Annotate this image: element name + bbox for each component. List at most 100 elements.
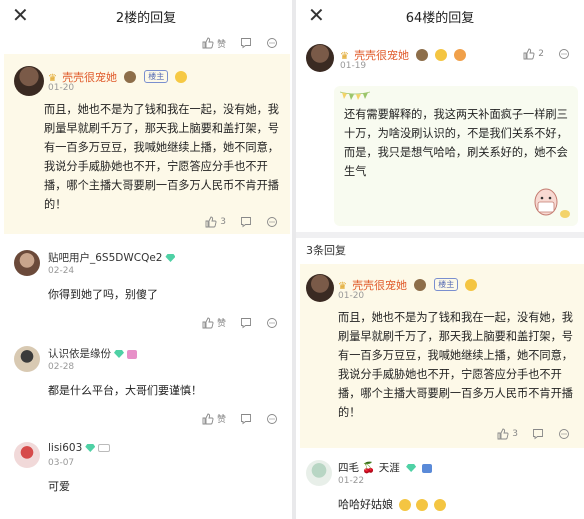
- emoji-icon: [416, 48, 429, 61]
- reply-text: 可爱: [48, 480, 70, 493]
- emoji-icon: [433, 499, 446, 511]
- like-label: 赞: [216, 319, 226, 329]
- main-post: ♛ 壳壳很宠她 01-19 2 还有需要解释的，我这两天补面疯子一样刷三十万，为…: [296, 34, 584, 230]
- emoji-icon: [454, 48, 467, 61]
- avatar[interactable]: [14, 346, 40, 372]
- post-date: 01-20: [48, 83, 75, 93]
- avatar[interactable]: [306, 44, 334, 72]
- username[interactable]: 四毛: [338, 462, 359, 474]
- reply-username-row: lisi603: [48, 442, 111, 454]
- reply-count: 3条回复: [306, 244, 346, 257]
- reply-action-bar: 赞: [0, 412, 292, 425]
- more-button[interactable]: [266, 37, 278, 49]
- like-count: 3: [512, 429, 518, 439]
- action-bar: 赞: [0, 32, 292, 54]
- diamond-icon: [165, 254, 176, 262]
- post-date: 01-19: [340, 61, 367, 71]
- like-button[interactable]: 3: [497, 428, 518, 440]
- like-button[interactable]: 赞: [202, 316, 226, 329]
- avatar[interactable]: [14, 442, 40, 468]
- like-button[interactable]: 赞: [202, 412, 226, 425]
- emoji-icon: [124, 70, 137, 83]
- emoji-icon: [414, 278, 427, 291]
- left-panel: ✕ 2楼的回复 赞 ♛ 壳壳很宠她 楼主 01-20 而且，她也不是为了钱和我在…: [0, 0, 292, 519]
- reply-text: 你得到她了吗，别傻了: [48, 288, 158, 301]
- post-text: 还有需要解释的，我这两天补面疯子一样刷三十万，为啥没刷认识的，不是我们关系不好，…: [344, 108, 568, 178]
- diamond-icon: [406, 464, 417, 472]
- page-title: 64楼的回复: [405, 11, 475, 26]
- decorated-bubble: 还有需要解释的，我这两天补面疯子一样刷三十万，为啥没刷认识的，不是我们关系不好，…: [334, 86, 578, 226]
- diamond-icon: [114, 350, 124, 358]
- avatar[interactable]: [306, 460, 332, 486]
- badge-icon: [422, 463, 433, 473]
- more-button[interactable]: [558, 48, 570, 60]
- reply-post: ♛ 壳壳很宠她 楼主 01-20 而且，她也不是为了钱和我在一起，没有她，我刷量…: [300, 264, 584, 448]
- username[interactable]: lisi603: [48, 442, 82, 454]
- thumbs-up-icon: [523, 48, 535, 60]
- reply-username-row: 四毛 🍒 天涯: [338, 460, 433, 475]
- comment-button[interactable]: [240, 317, 252, 329]
- more-icon: [559, 49, 569, 59]
- avatar[interactable]: [14, 66, 44, 96]
- thumbs-up-icon: [205, 216, 217, 228]
- more-button[interactable]: [558, 428, 570, 440]
- reply-item: 四毛 🍒 天涯 01-22 哈哈好姑娘: [296, 460, 584, 516]
- reply-text: 都是什么平台，大哥们要谨慎！: [48, 384, 202, 397]
- more-icon: [267, 217, 277, 227]
- more-button[interactable]: [266, 413, 278, 425]
- like-button[interactable]: 赞: [202, 37, 226, 50]
- emoji-icon: [398, 499, 411, 511]
- post-action-bar: 3: [296, 426, 584, 442]
- bunting-icon: [340, 91, 370, 100]
- top-bar: ✕ 64楼的回复: [296, 0, 584, 32]
- main-post: ♛ 壳壳很宠她 楼主 01-20 而且，她也不是为了钱和我在一起，没有她，我刷量…: [4, 54, 290, 234]
- more-icon: [559, 429, 569, 439]
- thumbs-up-icon: [202, 413, 214, 424]
- like-count: 3: [220, 217, 226, 227]
- comment-button[interactable]: [532, 428, 544, 440]
- reply-date: 02-24: [48, 266, 75, 276]
- page-title: 2楼的回复: [115, 11, 177, 26]
- reply-date: 01-22: [338, 476, 365, 486]
- badge-icon: [98, 444, 111, 452]
- comment-button[interactable]: [240, 216, 252, 228]
- badge-icon: [127, 349, 137, 359]
- cherry-icon: 🍒: [362, 462, 376, 474]
- post-text: 而且，她也不是为了钱和我在一起，没有她，我刷量早就刷千万了，那天我上脑要和盖打架…: [338, 311, 573, 419]
- avatar[interactable]: [306, 274, 334, 302]
- reply-text: 哈哈好姑娘: [338, 498, 393, 511]
- more-icon: [267, 317, 277, 328]
- comment-icon: [241, 317, 251, 328]
- post-date: 01-20: [338, 291, 365, 301]
- reply-item: lisi603 03-07 可爱: [0, 442, 292, 512]
- right-panel: ✕ 64楼的回复 ♛ 壳壳很宠她 01-19 2 还有需要解释的，我这两天补面疯: [296, 0, 584, 519]
- emoji-icon: [416, 499, 428, 511]
- more-button[interactable]: [266, 216, 278, 228]
- username[interactable]: 认识依是缘份: [48, 348, 111, 360]
- like-label: 赞: [216, 39, 226, 50]
- comment-icon: [241, 38, 251, 49]
- reply-item: 认识依是缘份 02-28 都是什么平台，大哥们要谨慎！ 赞: [0, 346, 292, 430]
- more-button[interactable]: [266, 317, 278, 329]
- reply-date: 03-07: [48, 458, 75, 468]
- comment-button[interactable]: [240, 37, 252, 49]
- reply-date: 02-28: [48, 362, 75, 372]
- comment-button[interactable]: [240, 413, 252, 425]
- reply-username-row: 贴吧用户_6S5DWCQe2: [48, 250, 176, 265]
- username[interactable]: 贴吧用户_6S5DWCQe2: [48, 252, 162, 264]
- mascot-icon: [534, 188, 570, 218]
- post-action-bar: 3: [0, 214, 292, 230]
- thumbs-up-icon: [497, 428, 509, 440]
- owner-badge: 楼主: [144, 70, 169, 83]
- like-button[interactable]: 2: [523, 48, 544, 60]
- thumbs-up-icon: [202, 317, 214, 328]
- comment-icon: [241, 413, 251, 424]
- avatar[interactable]: [14, 250, 40, 276]
- diamond-icon: [85, 444, 96, 452]
- reply-item: 贴吧用户_6S5DWCQe2 02-24 你得到她了吗，别傻了 赞: [0, 250, 292, 334]
- owner-badge: 楼主: [434, 278, 459, 291]
- like-button[interactable]: 3: [205, 216, 226, 228]
- reply-action-bar: 赞: [0, 316, 292, 329]
- reply-text-row: 哈哈好姑娘: [338, 496, 446, 512]
- comment-icon: [241, 217, 251, 228]
